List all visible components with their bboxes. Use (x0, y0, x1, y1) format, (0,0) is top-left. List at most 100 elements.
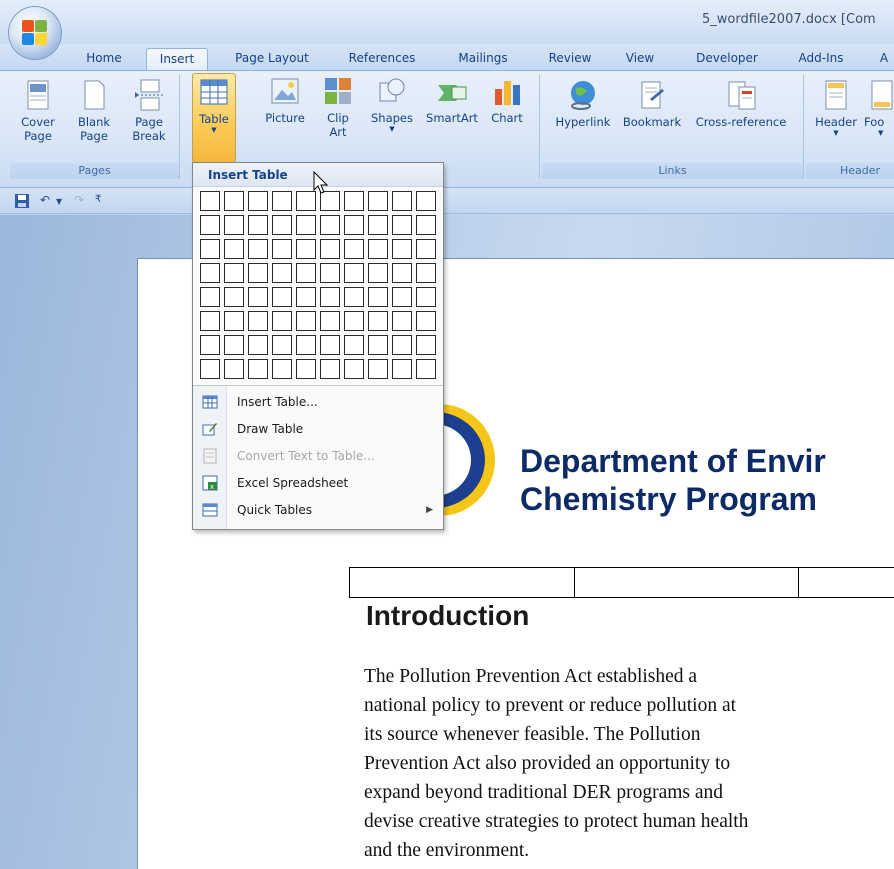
table-grid-cell[interactable] (200, 239, 220, 259)
table-grid-cell[interactable] (344, 239, 364, 259)
tab-home[interactable]: Home (80, 48, 128, 70)
table-grid-cell[interactable] (368, 215, 388, 235)
tab-page-layout[interactable]: Page Layout (226, 48, 318, 70)
cross-reference-button[interactable]: Cross-reference (686, 79, 796, 129)
table-grid-cell[interactable] (200, 191, 220, 211)
table-cell[interactable] (799, 568, 894, 597)
table-grid-cell[interactable] (200, 215, 220, 235)
bookmark-button[interactable]: Bookmark (618, 79, 686, 129)
table-grid-cell[interactable] (416, 359, 436, 379)
table-grid-cell[interactable] (344, 191, 364, 211)
tab-view[interactable]: View (618, 48, 662, 70)
table-grid-cell[interactable] (248, 287, 268, 307)
table-grid-cell[interactable] (224, 311, 244, 331)
table-grid-cell[interactable] (368, 335, 388, 355)
table-grid-cell[interactable] (416, 263, 436, 283)
tab-add-ins[interactable]: Add-Ins (790, 48, 852, 70)
tab-review[interactable]: Review (540, 48, 600, 70)
tab-references[interactable]: References (340, 48, 424, 70)
table-grid-cell[interactable] (248, 311, 268, 331)
hyperlink-button[interactable]: Hyperlink (548, 79, 618, 129)
table-grid-cell[interactable] (320, 359, 340, 379)
table-grid-cell[interactable] (248, 215, 268, 235)
table-grid-cell[interactable] (392, 335, 412, 355)
table-grid-cell[interactable] (272, 263, 292, 283)
table-grid-cell[interactable] (200, 335, 220, 355)
table-grid-cell[interactable] (248, 359, 268, 379)
table-grid-cell[interactable] (320, 311, 340, 331)
table-grid-cell[interactable] (368, 263, 388, 283)
table-grid-cell[interactable] (392, 263, 412, 283)
table-grid-cell[interactable] (272, 239, 292, 259)
tab-mailings[interactable]: Mailings (446, 48, 520, 70)
table-grid-cell[interactable] (224, 335, 244, 355)
footer-button[interactable]: Foo ▼ (864, 79, 894, 137)
table-grid-cell[interactable] (344, 263, 364, 283)
draw-table-menu-item[interactable]: Draw Table (193, 416, 443, 443)
tab-insert[interactable]: Insert (146, 48, 208, 70)
table-grid-cell[interactable] (200, 287, 220, 307)
table-grid-cell[interactable] (272, 335, 292, 355)
table-grid-cell[interactable] (248, 335, 268, 355)
insert-table-menu-item[interactable]: Insert Table... (193, 389, 443, 416)
table-grid-cell[interactable] (200, 359, 220, 379)
table-grid-cell[interactable] (392, 215, 412, 235)
table-grid-cell[interactable] (320, 335, 340, 355)
table-grid-cell[interactable] (416, 335, 436, 355)
header-button[interactable]: Header ▼ (810, 79, 862, 137)
table-grid-cell[interactable] (392, 359, 412, 379)
table-grid-cell[interactable] (248, 263, 268, 283)
table-cell[interactable] (575, 568, 799, 597)
table-grid-cell[interactable] (368, 287, 388, 307)
convert-text-to-table-menu-item[interactable]: Convert Text to Table... (193, 443, 443, 470)
table-grid-cell[interactable] (296, 359, 316, 379)
table-grid-cell[interactable] (320, 287, 340, 307)
table-grid-cell[interactable] (200, 263, 220, 283)
table-grid-cell[interactable] (272, 311, 292, 331)
table-grid-cell[interactable] (224, 191, 244, 211)
table-grid-cell[interactable] (392, 311, 412, 331)
undo-icon[interactable]: ↶ (40, 193, 50, 207)
table-grid-cell[interactable] (368, 359, 388, 379)
table-grid-cell[interactable] (320, 239, 340, 259)
table-grid-cell[interactable] (296, 239, 316, 259)
table-grid-cell[interactable] (224, 239, 244, 259)
table-grid-cell[interactable] (416, 191, 436, 211)
table-grid-cell[interactable] (344, 335, 364, 355)
table-grid-cell[interactable] (320, 263, 340, 283)
table-grid-cell[interactable] (344, 215, 364, 235)
cover-page-button[interactable]: Cover Page (16, 79, 60, 143)
blank-page-button[interactable]: Blank Page (72, 79, 116, 143)
table-grid-cell[interactable] (344, 287, 364, 307)
inserted-table[interactable] (349, 567, 894, 598)
table-grid-cell[interactable] (368, 239, 388, 259)
table-grid-cell[interactable] (416, 239, 436, 259)
table-grid-cell[interactable] (272, 287, 292, 307)
tab-truncated[interactable]: A (876, 48, 892, 70)
table-grid-cell[interactable] (416, 215, 436, 235)
table-grid-cell[interactable] (392, 239, 412, 259)
customize-toolbar-icon[interactable]: ₹ (95, 194, 101, 205)
table-grid-cell[interactable] (272, 215, 292, 235)
office-button[interactable] (9, 7, 61, 59)
excel-spreadsheet-menu-item[interactable]: x Excel Spreadsheet (193, 470, 443, 497)
table-grid-cell[interactable] (320, 215, 340, 235)
table-grid-cell[interactable] (296, 335, 316, 355)
table-grid-cell[interactable] (224, 287, 244, 307)
table-grid-cell[interactable] (272, 359, 292, 379)
table-grid-cell[interactable] (248, 239, 268, 259)
table-grid-cell[interactable] (248, 191, 268, 211)
table-grid-cell[interactable] (296, 287, 316, 307)
quick-tables-menu-item[interactable]: Quick Tables ▶ (193, 497, 443, 524)
page-break-button[interactable]: Page Break (126, 79, 172, 143)
table-grid-cell[interactable] (368, 311, 388, 331)
table-grid-cell[interactable] (200, 311, 220, 331)
table-grid-cell[interactable] (272, 191, 292, 211)
table-grid-cell[interactable] (368, 191, 388, 211)
table-grid-cell[interactable] (416, 287, 436, 307)
table-grid-cell[interactable] (344, 359, 364, 379)
save-icon[interactable] (14, 193, 30, 212)
table-grid-cell[interactable] (344, 311, 364, 331)
table-grid-cell[interactable] (392, 287, 412, 307)
table-grid-cell[interactable] (296, 263, 316, 283)
